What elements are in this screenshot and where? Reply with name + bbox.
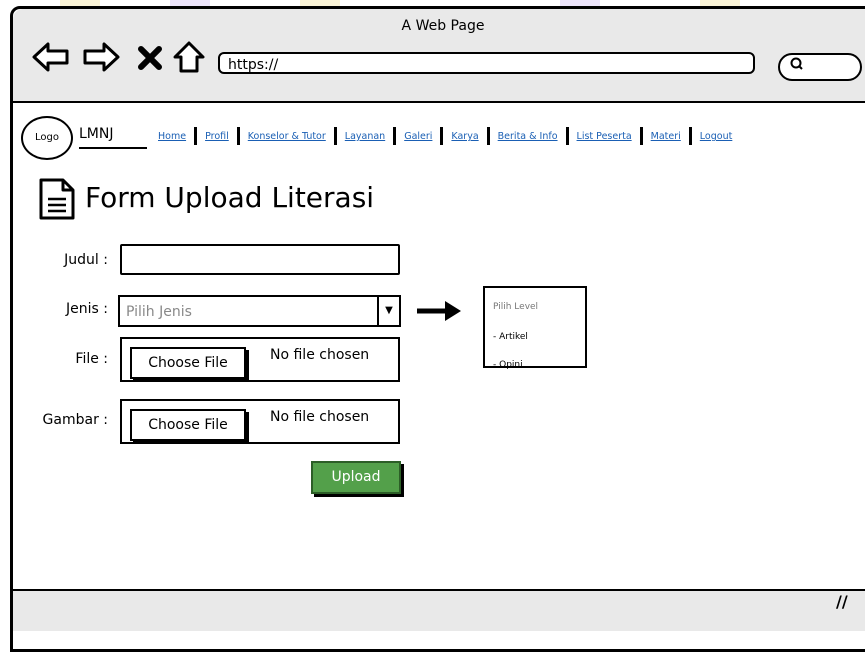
- upload-button[interactable]: Upload: [311, 461, 401, 494]
- main-nav: Home Profil Konselor & Tutor Layanan Galeri K…: [158, 127, 732, 145]
- nav-divider: [565, 127, 569, 145]
- page-title: Form Upload Literasi: [85, 181, 375, 214]
- nav-divider: [194, 127, 198, 145]
- status-bar: [13, 589, 865, 631]
- nav-divider: [393, 127, 397, 145]
- nav-profil[interactable]: Profil: [205, 131, 229, 142]
- nav-list-peserta[interactable]: List Peserta: [577, 131, 632, 142]
- url-input[interactable]: https://: [218, 52, 755, 74]
- close-icon[interactable]: [135, 39, 165, 84]
- nav-logout[interactable]: Logout: [700, 131, 733, 142]
- judul-label: Judul :: [64, 252, 108, 268]
- nav-konselor-tutor[interactable]: Konselor & Tutor: [248, 131, 326, 142]
- browser-window: A Web Page https:// Logo LMNJ Home Profil…: [10, 6, 865, 652]
- file-status: No file chosen: [270, 347, 370, 363]
- nav-home[interactable]: Home: [158, 131, 186, 142]
- nav-galeri[interactable]: Galeri: [404, 131, 432, 142]
- back-arrow-icon[interactable]: [31, 39, 71, 84]
- search-button[interactable]: [778, 53, 862, 81]
- file-upload: Choose File No file chosen: [120, 337, 400, 382]
- brand-underline: [79, 147, 147, 149]
- gambar-label: Gambar :: [42, 412, 108, 428]
- logo[interactable]: Logo: [21, 116, 73, 160]
- dropdown-option[interactable]: - Opini: [493, 360, 523, 370]
- nav-karya[interactable]: Karya: [451, 131, 478, 142]
- jenis-placeholder: Pilih Jenis: [126, 304, 192, 320]
- nav-berita-info[interactable]: Berita & Info: [498, 131, 558, 142]
- nav-layanan[interactable]: Layanan: [345, 131, 385, 142]
- nav-divider: [688, 127, 692, 145]
- nav-divider: [236, 127, 240, 145]
- arrow-right-icon: [415, 295, 463, 332]
- brand-name: LMNJ: [79, 126, 114, 142]
- document-icon: [37, 177, 77, 225]
- dropdown-option[interactable]: - Artikel: [493, 332, 528, 342]
- jenis-label: Jenis :: [66, 301, 108, 317]
- image-status: No file chosen: [270, 409, 370, 425]
- home-icon[interactable]: [171, 39, 207, 84]
- nav-divider: [639, 127, 643, 145]
- dropdown-option[interactable]: Pilih Level: [493, 302, 538, 312]
- nav-divider: [486, 127, 490, 145]
- window-title: A Web Page: [401, 18, 485, 34]
- file-label: File :: [75, 351, 108, 367]
- browser-toolbar: A Web Page https://: [13, 9, 865, 103]
- nav-materi[interactable]: Materi: [651, 131, 681, 142]
- jenis-dropdown-preview: Pilih Level - Artikel - Opini: [483, 286, 587, 370]
- forward-arrow-icon[interactable]: [81, 39, 121, 84]
- jenis-select[interactable]: Pilih Jenis ▼: [118, 295, 401, 327]
- search-icon: [790, 57, 804, 75]
- resize-handle-icon[interactable]: //: [836, 592, 848, 611]
- nav-divider: [440, 127, 444, 145]
- judul-input[interactable]: [120, 244, 400, 275]
- choose-image-button[interactable]: Choose File: [130, 409, 246, 441]
- chevron-down-icon[interactable]: ▼: [377, 297, 399, 325]
- gambar-upload: Choose File No file chosen: [120, 399, 400, 444]
- choose-file-button[interactable]: Choose File: [130, 347, 246, 379]
- nav-divider: [333, 127, 337, 145]
